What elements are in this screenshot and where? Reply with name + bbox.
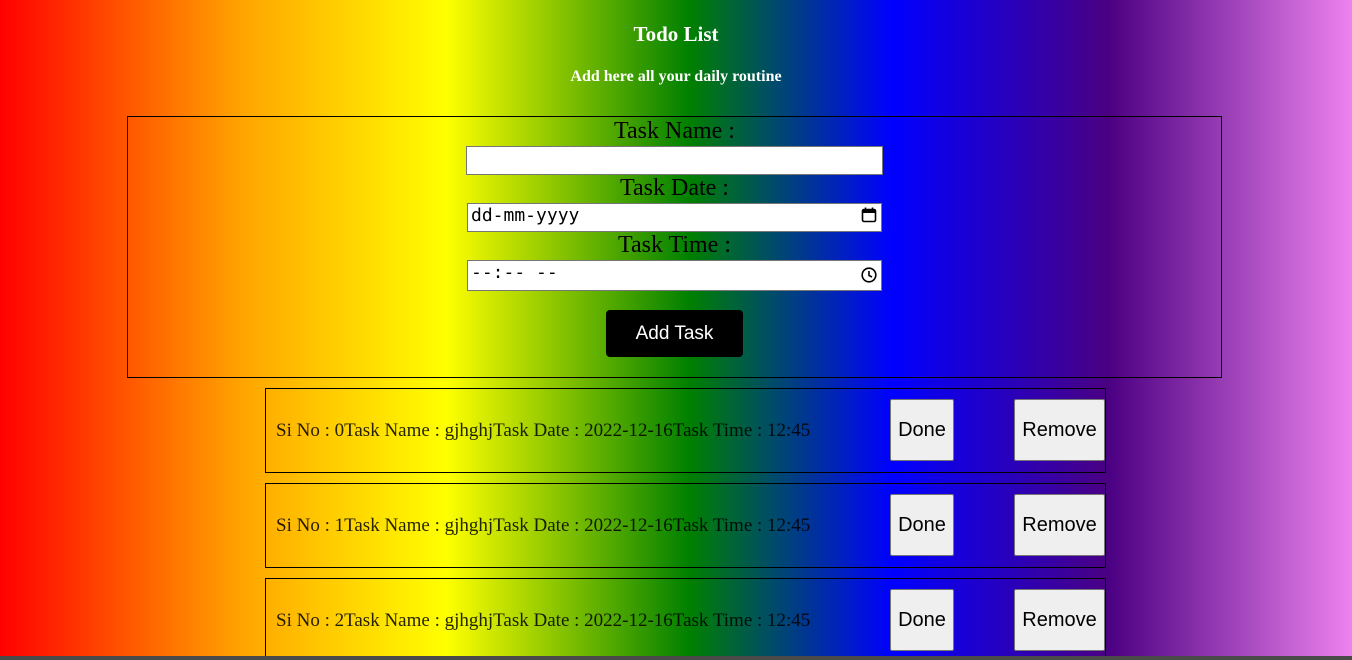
add-task-form: Task Name : Task Date : dd-mm-yyyy Task …: [127, 116, 1222, 378]
task-date-placeholder: dd-mm-yyyy: [471, 205, 580, 226]
clock-icon[interactable]: [861, 267, 877, 283]
task-time-placeholder: --:-- --: [471, 262, 558, 283]
task-text: Si No : 1Task Name : gjhghjTask Date : 2…: [276, 515, 811, 536]
calendar-icon[interactable]: [861, 207, 877, 223]
done-button[interactable]: Done: [890, 494, 954, 556]
task-text: Si No : 2Task Name : gjhghjTask Date : 2…: [276, 610, 811, 631]
task-item: Si No : 1Task Name : gjhghjTask Date : 2…: [265, 483, 1106, 568]
remove-button[interactable]: Remove: [1014, 589, 1105, 651]
remove-button[interactable]: Remove: [1014, 399, 1105, 461]
task-date-label: Task Date :: [620, 175, 729, 201]
task-time-label: Task Time :: [617, 232, 731, 258]
task-date-input[interactable]: dd-mm-yyyy: [467, 203, 882, 232]
remove-button[interactable]: Remove: [1014, 494, 1105, 556]
page-title: Todo List: [633, 22, 719, 46]
page-subtitle: Add here all your daily routine: [570, 68, 782, 85]
task-text: Si No : 0Task Name : gjhghjTask Date : 2…: [276, 420, 811, 441]
task-name-input[interactable]: [466, 146, 883, 175]
add-task-button[interactable]: Add Task: [606, 310, 743, 357]
done-button[interactable]: Done: [890, 589, 954, 651]
task-item: Si No : 0Task Name : gjhghjTask Date : 2…: [265, 388, 1106, 473]
task-time-input[interactable]: --:-- --: [467, 260, 882, 291]
task-item: Si No : 2Task Name : gjhghjTask Date : 2…: [265, 578, 1106, 660]
window-bottom-edge: [0, 656, 1352, 660]
done-button[interactable]: Done: [890, 399, 954, 461]
task-name-label: Task Name :: [614, 118, 735, 144]
